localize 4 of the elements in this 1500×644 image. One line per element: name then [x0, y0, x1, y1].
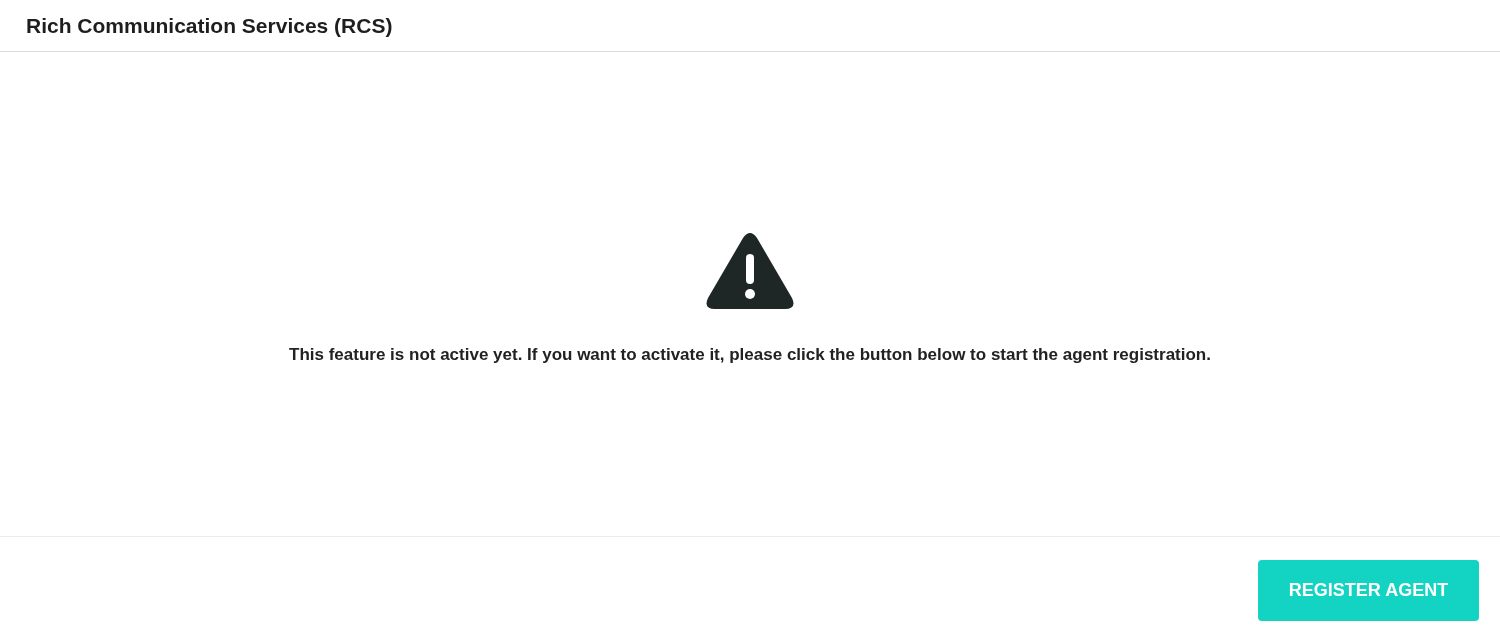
page-title: Rich Communication Services (RCS): [26, 12, 393, 39]
register-agent-button[interactable]: REGISTER AGENT: [1258, 560, 1479, 621]
warning-icon: [705, 232, 795, 310]
notice-message: This feature is not active yet. If you want to activate it, please click the button below to start the agent registration.: [289, 344, 1211, 366]
